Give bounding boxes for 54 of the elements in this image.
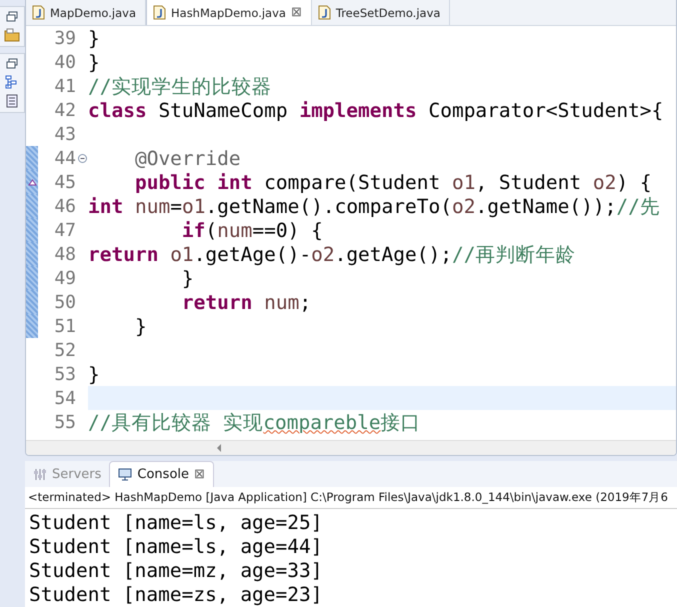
document-icon[interactable] — [6, 94, 18, 108]
close-icon[interactable]: ⊠ — [290, 5, 302, 20]
line-number: 43 — [53, 124, 76, 144]
line-number: 42 — [53, 100, 76, 120]
code-line: public int compare(Student o1, Student o2) { — [134, 170, 652, 194]
line-number: 54 — [53, 388, 76, 408]
editor-tab[interactable]: HashMapDemo.java ⊠ — [146, 0, 312, 25]
line-number: 49 — [53, 268, 76, 288]
java-file-icon — [318, 5, 331, 20]
code-line: if(num==0) { — [180, 218, 323, 242]
code-line: class StuNameComp implements Comparator<Student>{ — [88, 98, 664, 122]
line-number: 53 — [53, 364, 76, 384]
restore-icon[interactable] — [6, 11, 18, 23]
line-number: 48 — [53, 244, 76, 264]
line-number: 45 — [53, 172, 76, 192]
line-number: 40 — [53, 52, 76, 72]
close-icon[interactable]: ⊠ — [194, 467, 205, 482]
console-output-line: Student [name=mz, age=33] — [29, 559, 324, 583]
code-line: @Override — [134, 146, 241, 170]
console-output-line: Student [name=ls, age=25] — [29, 511, 324, 535]
code-line: return o1.getAge()-o2.getAge();//再判断年龄 — [88, 242, 576, 268]
monitor-icon — [118, 468, 132, 482]
collapse-icon[interactable] — [78, 154, 86, 162]
code-line: //具有比较器 实现compareble接口 — [88, 410, 421, 436]
folder-icon[interactable] — [4, 28, 20, 42]
code-line: int num=o1.getName().compareTo(o2.getName());//先 — [88, 194, 660, 220]
restore-icon[interactable] — [6, 58, 18, 70]
console-output-line: Student [name=ls, age=44] — [29, 535, 324, 559]
line-number: 50 — [53, 292, 76, 312]
console-output-line: Student [name=zs, age=23] — [29, 583, 324, 607]
code-line: } — [88, 26, 100, 50]
code-line: } — [134, 314, 147, 338]
line-number: 51 — [53, 316, 76, 336]
line-number: 41 — [53, 76, 76, 96]
line-number: 52 — [53, 340, 76, 360]
code-line: return num; — [180, 290, 312, 314]
java-file-icon — [32, 5, 45, 20]
outline-icon[interactable] — [5, 75, 19, 89]
code-line: //实现学生的比较器 — [88, 74, 272, 100]
code-line: } — [88, 362, 100, 386]
code-line: } — [180, 266, 194, 290]
horizontal-scrollbar[interactable] — [26, 440, 676, 455]
sliders-icon — [33, 468, 47, 482]
scroll-left-icon[interactable] — [216, 444, 222, 452]
code-line: } — [88, 50, 100, 74]
editor-tab[interactable]: TreeSetDemo.java — [312, 0, 450, 25]
console-header: <terminated> HashMapDemo [Java Application] C:\Program Files\Java\jdk1.8.0_144\bin\javaw.exe (2019年7月6 — [25, 487, 677, 509]
line-number: 44 — [53, 148, 76, 168]
line-number: 55 — [53, 412, 76, 432]
line-number: 47 — [53, 220, 76, 240]
java-file-icon — [153, 5, 166, 20]
view-tab[interactable]: Console ⊠ — [109, 461, 214, 488]
line-number: 46 — [53, 196, 76, 216]
line-number: 39 — [53, 28, 76, 48]
